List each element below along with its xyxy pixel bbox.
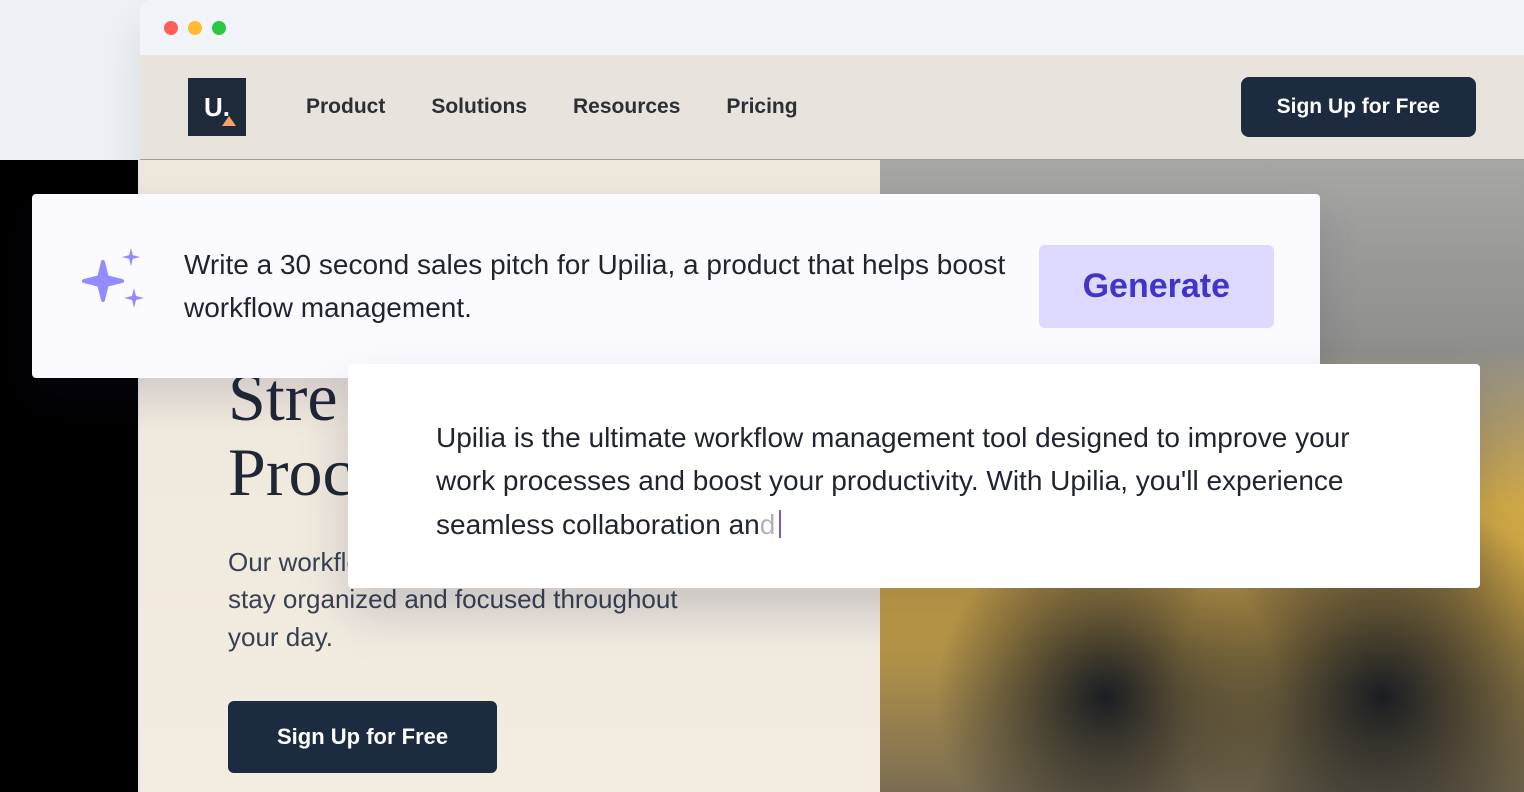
top-nav: U. Product Solutions Resources Pricing S… xyxy=(140,55,1524,160)
generate-button[interactable]: Generate xyxy=(1039,245,1274,328)
output-text: Upilia is the ultimate workflow manageme… xyxy=(436,416,1392,546)
minimize-icon[interactable] xyxy=(188,21,202,35)
output-tail: d xyxy=(760,509,776,540)
nav-signup-button[interactable]: Sign Up for Free xyxy=(1241,77,1476,137)
output-main: Upilia is the ultimate workflow manageme… xyxy=(436,422,1350,540)
nav-link-resources[interactable]: Resources xyxy=(573,95,680,119)
brand-accent-icon xyxy=(222,116,236,126)
maximize-icon[interactable] xyxy=(212,21,226,35)
sparkle-icon xyxy=(78,254,158,318)
prompt-text: Write a 30 second sales pitch for Upilia… xyxy=(158,243,1039,330)
close-icon[interactable] xyxy=(164,21,178,35)
ai-prompt-card: Write a 30 second sales pitch for Upilia… xyxy=(32,194,1320,378)
typing-cursor-icon xyxy=(779,510,781,538)
ai-output-card: Upilia is the ultimate workflow manageme… xyxy=(348,364,1480,588)
hero-title-line2: Proc xyxy=(228,434,353,510)
nav-link-pricing[interactable]: Pricing xyxy=(726,95,797,119)
nav-links: Product Solutions Resources Pricing xyxy=(306,95,798,119)
hero-signup-button[interactable]: Sign Up for Free xyxy=(228,701,497,773)
nav-link-product[interactable]: Product xyxy=(306,95,385,119)
brand-logo[interactable]: U. xyxy=(188,78,246,136)
window-titlebar xyxy=(140,0,1524,55)
nav-link-solutions[interactable]: Solutions xyxy=(431,95,527,119)
